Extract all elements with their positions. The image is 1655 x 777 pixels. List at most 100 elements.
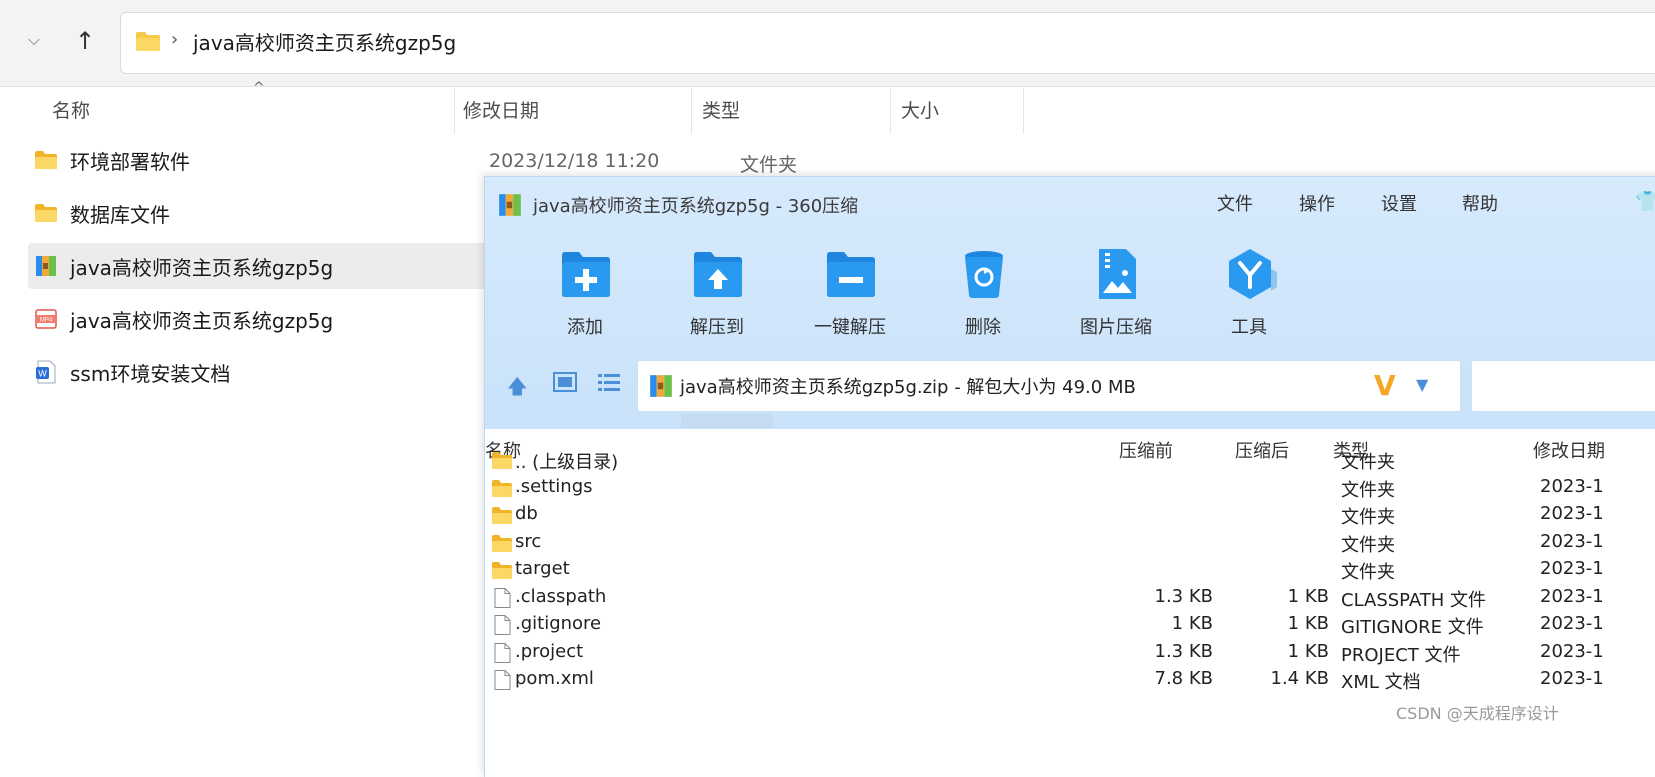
expand-history-chevron-icon[interactable]: ⌵ — [22, 28, 46, 52]
zip-list-row[interactable]: .project 1.3 KB 1 KB PROJECT 文件 2023-1 — [485, 640, 1655, 667]
folder-icon — [491, 533, 513, 553]
list-view-icon[interactable] — [597, 371, 621, 393]
file-name: java高校师资主页系统gzp5g — [70, 256, 334, 280]
zip-item-type: PROJECT 文件 — [1341, 644, 1461, 666]
file-row-mp4-video[interactable]: MP4 java高校师资主页系统gzp5g — [28, 296, 488, 342]
delete-button[interactable]: 删除 — [935, 247, 1031, 347]
zip-item-size-after: 1 KB — [1287, 585, 1329, 607]
zip-window-title: java高校师资主页系统gzp5g - 360压缩 — [533, 196, 859, 217]
zip-window-header: java高校师资主页系统gzp5g - 360压缩 文件 操作 设置 帮助 👕 … — [485, 177, 1655, 429]
up-level-arrow-icon[interactable]: 🡅 — [507, 372, 528, 406]
tool-label: 一键解压 — [814, 317, 886, 338]
zip-item-type: CLASSPATH 文件 — [1341, 589, 1487, 611]
file-name: 环境部署软件 — [70, 150, 190, 174]
file-row-database-files[interactable]: 数据库文件 — [28, 190, 488, 236]
thumbnail-view-icon[interactable] — [553, 371, 577, 393]
address-bar[interactable]: › java高校师资主页系统gzp5g — [120, 12, 1655, 74]
file-name: ssm环境安装文档 — [70, 362, 231, 386]
archive-path-bar[interactable]: java高校师资主页系统gzp5g.zip - 解包大小为 49.0 MB V … — [637, 360, 1461, 412]
column-header-name[interactable]: 名称 — [52, 96, 90, 123]
file-icon — [491, 642, 513, 663]
archive-path-text: java高校师资主页系统gzp5g.zip - 解包大小为 49.0 MB — [680, 377, 1136, 398]
image-compress-icon — [1099, 249, 1136, 299]
word-doc-icon: W — [36, 360, 56, 384]
column-header-type[interactable]: 类型 — [702, 96, 740, 123]
add-button[interactable]: 添加 — [537, 247, 633, 347]
zip-list-row[interactable]: .gitignore 1 KB 1 KB GITIGNORE 文件 2023-1 — [485, 612, 1655, 639]
zip-list-row[interactable]: target 文件夹 2023-1 — [485, 557, 1655, 584]
tool-label: 删除 — [965, 317, 1001, 338]
skin-shirt-icon[interactable]: 👕 — [1635, 189, 1655, 213]
horizontal-scrollbar-thumb[interactable] — [681, 414, 773, 428]
dropdown-arrow-icon[interactable]: ▼ — [1416, 375, 1428, 394]
archive-icon — [499, 194, 521, 216]
address-path[interactable]: java高校师资主页系统gzp5g — [193, 27, 456, 56]
folder-icon — [491, 505, 513, 525]
column-header-modified[interactable]: 修改日期 — [463, 96, 539, 123]
menu-settings[interactable]: 设置 — [1381, 190, 1417, 216]
zip-list-row[interactable]: pom.xml 7.8 KB 1.4 KB XML 文档 2023-1 — [485, 667, 1655, 694]
file-icon — [491, 615, 513, 635]
column-divider[interactable] — [454, 88, 455, 134]
file-row-deploy-software[interactable]: 环境部署软件 — [28, 137, 488, 183]
breadcrumb-chevron-icon: › — [171, 29, 179, 50]
mp4-icon: MP4 — [35, 309, 57, 329]
recycle-bin-icon — [965, 251, 1003, 298]
tool-label: 工具 — [1231, 317, 1267, 338]
zip-item-name: .. (上级目录) — [515, 452, 619, 473]
file-row-zip-archive[interactable]: java高校师资主页系统gzp5g — [28, 243, 488, 289]
up-arrow-icon[interactable]: ↑ — [70, 26, 100, 56]
zip-item-name: .classpath — [515, 585, 607, 607]
zip-list-row[interactable]: db 文件夹 2023-1 — [485, 502, 1655, 529]
zip-item-type: 文件夹 — [1341, 452, 1395, 473]
zip-item-type: 文件夹 — [1341, 562, 1395, 583]
menu-file[interactable]: 文件 — [1217, 190, 1253, 216]
file-row-word-doc[interactable]: W ssm环境安装文档 — [28, 349, 488, 395]
zip-item-size-after: 1.4 KB — [1270, 668, 1330, 689]
zip-list-row[interactable]: .. (上级目录) 文件夹 — [485, 447, 1655, 474]
zip-item-type: XML 文档 — [1341, 672, 1421, 693]
zip-item-name: .settings — [515, 475, 593, 497]
zip-item-modified: 2023-1 — [1540, 475, 1604, 497]
search-input[interactable] — [1471, 360, 1655, 412]
zip-item-type: GITIGNORE 文件 — [1341, 617, 1484, 638]
menu-help[interactable]: 帮助 — [1462, 190, 1498, 216]
archive-icon — [36, 256, 56, 276]
zip-item-name: db — [515, 503, 538, 524]
extract-to-button[interactable]: 解压到 — [669, 247, 765, 347]
svg-text:MP4: MP4 — [40, 318, 53, 324]
watermark: CSDN @天成程序设计 — [1396, 704, 1559, 723]
zip-list-row[interactable]: .classpath 1.3 KB 1 KB CLASSPATH 文件 2023-1 — [485, 585, 1655, 612]
v-badge-icon[interactable]: V — [1374, 369, 1396, 402]
menu-operate[interactable]: 操作 — [1299, 190, 1335, 216]
sort-ascending-icon: ^ — [253, 80, 265, 96]
zip-list-row[interactable]: src 文件夹 2023-1 — [485, 530, 1655, 557]
zip-item-size-before: 1 KB — [1171, 613, 1213, 634]
folder-icon — [35, 151, 57, 169]
one-click-extract-icon — [827, 252, 875, 297]
column-divider[interactable] — [890, 88, 891, 134]
folder-icon — [35, 204, 57, 222]
file-type: 文件夹 — [740, 154, 798, 176]
tools-icon — [1229, 249, 1277, 299]
add-folder-icon — [562, 252, 610, 297]
file-icon — [491, 670, 513, 690]
zip-list-row[interactable]: .settings 文件夹 2023-1 — [485, 475, 1655, 502]
zip-item-modified: 2023-1 — [1540, 640, 1604, 662]
one-click-extract-button[interactable]: 一键解压 — [802, 247, 898, 347]
tools-button[interactable]: 工具 — [1201, 247, 1297, 347]
zip-item-modified: 2023-1 — [1540, 613, 1604, 634]
zip-item-modified: 2023-1 — [1540, 585, 1604, 607]
zip-window: java高校师资主页系统gzp5g - 360压缩 文件 操作 设置 帮助 👕 … — [484, 176, 1655, 777]
column-divider[interactable] — [1023, 88, 1024, 134]
zip-item-size-before: 7.8 KB — [1154, 668, 1214, 689]
zip-item-size-after: 1 KB — [1287, 613, 1329, 634]
folder-icon — [491, 560, 513, 580]
column-divider[interactable] — [691, 88, 692, 134]
file-name: java高校师资主页系统gzp5g — [70, 309, 334, 333]
tool-label: 添加 — [567, 317, 603, 338]
image-compress-button[interactable]: 图片压缩 — [1068, 247, 1164, 347]
column-header-size[interactable]: 大小 — [901, 96, 939, 123]
zip-item-size-before: 1.3 KB — [1154, 640, 1214, 662]
zip-item-type: 文件夹 — [1341, 534, 1395, 556]
